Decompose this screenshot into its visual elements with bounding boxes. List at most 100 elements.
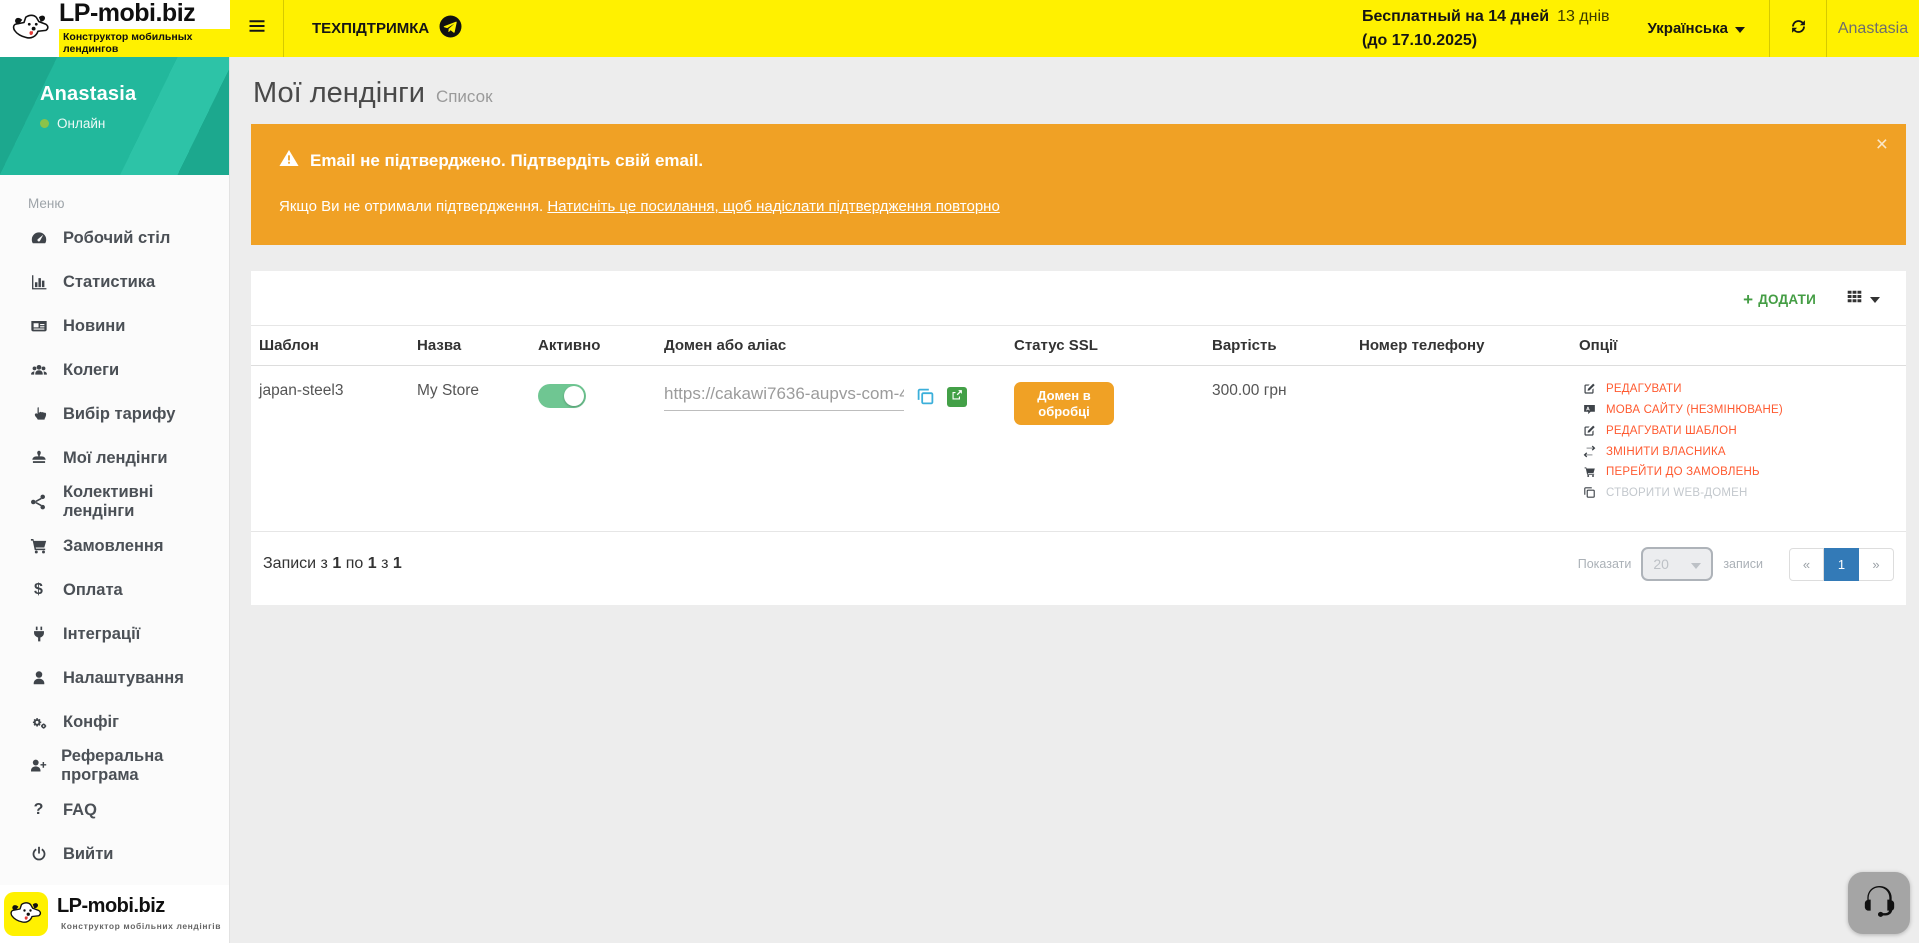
active-toggle[interactable] — [538, 384, 586, 408]
add-landing-button[interactable]: + ДОДАТИ — [1743, 291, 1816, 308]
sidebar-bottom-logo: LP-mobi.biz Конструктор мобільних лендін… — [0, 885, 229, 943]
option-change-owner[interactable]: ЗМІНИТИ ВЛАСНИКА — [1579, 445, 1898, 458]
cart-icon — [28, 537, 49, 555]
refresh-button[interactable] — [1770, 0, 1826, 57]
warning-icon — [279, 149, 299, 172]
landings-table: Шаблон Назва Активно Домен або аліас Ста… — [251, 325, 1906, 527]
columns-dropdown[interactable] — [1846, 288, 1880, 310]
sidebar-item-faq[interactable]: ?FAQ — [28, 788, 229, 832]
sidebar-user-status: Онлайн — [57, 116, 105, 131]
hamburger-icon — [247, 16, 267, 41]
nav-spacer — [490, 0, 1362, 57]
sidebar-item-orders[interactable]: Замовлення — [28, 524, 229, 568]
sidebar-item-logout[interactable]: Вийти — [28, 832, 229, 876]
pagination-next[interactable]: » — [1859, 548, 1894, 581]
sidebar-item-payment[interactable]: $Оплата — [28, 568, 229, 612]
cell-phone — [1351, 366, 1571, 528]
chevron-down-icon — [1691, 556, 1701, 572]
sidebar-item-statistics[interactable]: Статистика — [28, 260, 229, 304]
sidebar-item-dashboard[interactable]: Робочий стіл — [28, 216, 229, 260]
resend-confirmation-link[interactable]: Натисніть це посилання, щоб надіслати пі… — [547, 198, 999, 215]
page-title: Мої лендінги — [253, 77, 425, 110]
option-go-to-orders[interactable]: ПЕРЕЙТИ ДО ЗАМОВЛЕНЬ — [1579, 466, 1898, 478]
caret-down-icon — [1870, 290, 1880, 308]
online-status-dot — [40, 119, 49, 128]
records-info: Записи з 1 по 1 з 1 — [263, 555, 402, 573]
alert-title: Email не підтверджено. Підтвердіть свій … — [310, 151, 703, 171]
page-subtitle: Список — [436, 87, 493, 107]
hand-pointer-icon — [28, 405, 49, 423]
sidebar-item-my-landings[interactable]: Мої лендінги — [28, 436, 229, 480]
brand-logo[interactable]: LP-mobi.biz Конструктор мобильных лендин… — [0, 0, 230, 57]
landings-card: + ДОДАТИ Шаблон Назва Активно — [251, 271, 1906, 605]
sidebar-item-settings[interactable]: Налаштування — [28, 656, 229, 700]
col-ssl: Статус SSL — [1006, 326, 1204, 366]
copy-domain-icon[interactable] — [916, 387, 935, 406]
option-site-language[interactable]: МОВА САЙТУ (НЕЗМІНЮВАНЕ) — [1579, 403, 1898, 416]
sidebar-item-integrations[interactable]: Інтеграції — [28, 612, 229, 656]
page-header: Мої лендінги Список — [253, 77, 1906, 110]
brand-name: LP-mobi.biz — [59, 1, 195, 26]
telegram-icon — [439, 15, 462, 42]
share-icon — [28, 493, 49, 511]
table-footer: Записи з 1 по 1 з 1 Показати 20 записи « — [251, 531, 1906, 605]
chevron-down-icon — [1735, 20, 1745, 37]
dog-logo-icon — [4, 892, 48, 936]
close-icon[interactable]: × — [1876, 134, 1888, 155]
trial-days-left: 13 днів — [1557, 8, 1609, 25]
col-domain: Домен або аліас — [656, 326, 1006, 366]
sidebar-item-news[interactable]: Новини — [28, 304, 229, 348]
trial-info: Бесплатный на 14 дней13 днів (до 17.10.2… — [1362, 0, 1624, 57]
cart-icon — [1579, 466, 1600, 478]
support-label: ТЕХПІДТРИМКА — [312, 20, 429, 37]
option-edit-template[interactable]: РЕДАГУВАТИ ШАБЛОН — [1579, 424, 1898, 437]
pagination-prev[interactable]: « — [1789, 548, 1824, 581]
brand-tagline: Конструктор мобильных лендингов — [59, 29, 230, 57]
edit-icon — [1579, 424, 1600, 437]
headset-icon — [1859, 881, 1899, 926]
domain-input[interactable] — [664, 382, 904, 411]
support-chat-widget[interactable] — [1848, 872, 1910, 934]
open-domain-icon[interactable] — [947, 387, 967, 407]
support-link[interactable]: ТЕХПІДТРИМКА — [284, 0, 490, 57]
sidebar-item-referral[interactable]: Реферальна програма — [28, 744, 229, 788]
pagination: « 1 » — [1789, 548, 1894, 581]
user-menu[interactable]: Anastasia — [1827, 0, 1919, 57]
edit-icon — [1579, 382, 1600, 395]
ssl-status-badge: Домен в обробці — [1014, 382, 1114, 425]
page-size-select[interactable]: 20 — [1641, 547, 1713, 581]
main-content: Мої лендінги Список Email не підтверджен… — [230, 57, 1919, 943]
sidebar-user-panel: Anastasia Онлайн — [0, 57, 229, 175]
brand-name: LP-mobi.biz — [57, 896, 165, 916]
row-options: РЕДАГУВАТИ МОВА САЙТУ (НЕЗМІНЮВАНЕ) РЕДА… — [1579, 382, 1898, 499]
dog-logo-icon — [10, 5, 52, 52]
sidebar-item-config[interactable]: Конфіг — [28, 700, 229, 744]
option-create-web-domain: СТВОРИТИ WEB-ДОМЕН — [1579, 486, 1898, 499]
plug-icon — [28, 625, 49, 643]
toggle-knob — [564, 386, 584, 406]
user-plus-icon — [28, 757, 47, 775]
sidebar-toggle-button[interactable] — [230, 0, 283, 57]
bar-chart-icon — [28, 273, 49, 291]
language-selector[interactable]: Українська — [1624, 0, 1769, 57]
question-icon: ? — [28, 801, 49, 819]
cell-name: My Store — [409, 366, 530, 528]
sidebar-item-tariff[interactable]: Вибір тарифу — [28, 392, 229, 436]
cell-template: japan-steel3 — [251, 366, 409, 528]
sidebar-item-collective-landings[interactable]: Колективні лендінги — [28, 480, 229, 524]
stamp-icon — [28, 449, 49, 467]
table-header-row: Шаблон Назва Активно Домен або аліас Ста… — [251, 326, 1906, 366]
power-icon — [28, 845, 49, 863]
col-active: Активно — [530, 326, 656, 366]
dashboard-icon — [28, 229, 49, 247]
pagination-page-1[interactable]: 1 — [1824, 548, 1859, 581]
trial-until: (до 17.10.2025) — [1362, 29, 1610, 52]
sidebar-item-colleagues[interactable]: Колеги — [28, 348, 229, 392]
show-label: Показати — [1578, 557, 1632, 571]
clone-icon — [1579, 486, 1600, 499]
language-label: Українська — [1648, 20, 1728, 37]
option-edit[interactable]: РЕДАГУВАТИ — [1579, 382, 1898, 395]
plus-icon: + — [1743, 291, 1753, 308]
refresh-icon — [1789, 17, 1808, 41]
col-price: Вартість — [1204, 326, 1351, 366]
